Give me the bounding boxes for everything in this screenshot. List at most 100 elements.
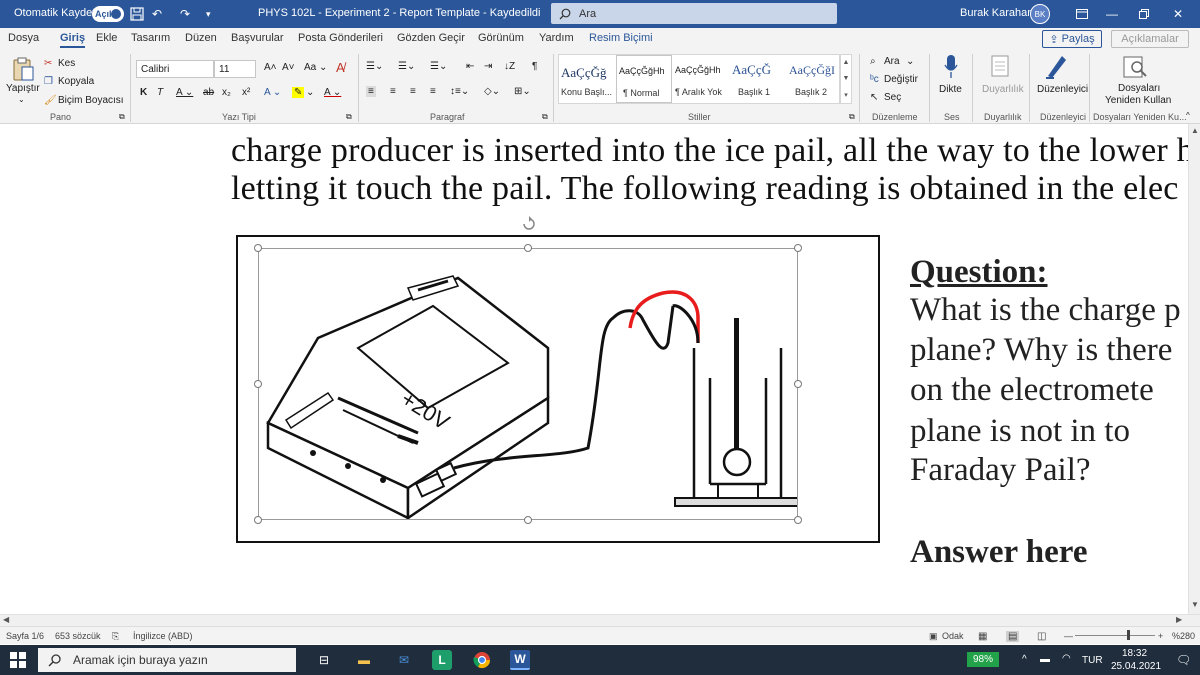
subscript-icon[interactable]: x₂ [222,87,231,98]
comments-button[interactable]: Açıklamalar [1111,30,1189,48]
customize-qat-icon[interactable]: ▾ [206,5,211,23]
cut-button[interactable]: Kes [58,58,75,69]
highlight-icon[interactable]: ✎ [292,87,305,98]
tab-design[interactable]: Tasarım [131,32,170,44]
styles-scroll[interactable]: ▲ ▼ ▾ [840,54,852,104]
tab-home[interactable]: Giriş [60,32,86,48]
document-title[interactable]: PHYS 102L - Experiment 2 - Report Templa… [258,7,540,19]
change-case-icon[interactable]: Aa ⌄ [304,62,327,73]
styles-launcher-icon[interactable]: ⧉ [849,112,855,122]
font-name-select[interactable]: Calibri [136,60,214,78]
zoom-out-icon[interactable]: — [1064,631,1073,641]
question-line-2[interactable]: plane? Why is there [910,332,1172,369]
share-button[interactable]: ⇪ Paylaş [1042,30,1102,48]
style-heading2[interactable]: AaÇçĞğI Başlık 2 [787,55,841,103]
scroll-right-icon[interactable]: ▶ [1176,615,1182,624]
clipboard-launcher-icon[interactable]: ⧉ [119,112,125,122]
ribbon-display-icon[interactable] [1066,0,1098,28]
strikethrough-icon[interactable]: ab [203,87,214,98]
taskbar-search[interactable]: Aramak için buraya yazın [38,648,296,672]
title-search-box[interactable]: Ara [551,3,837,24]
question-line-1[interactable]: What is the charge p [910,292,1181,329]
editor-icon[interactable] [1044,54,1068,80]
style-no-spacing[interactable]: AaÇçĞğHh ¶ Aralık Yok [673,55,729,103]
tab-insert[interactable]: Ekle [96,32,117,44]
avatar[interactable]: BK [1030,4,1050,24]
more-icon[interactable]: ▾ [844,91,848,99]
print-layout-icon[interactable]: ▤ [1006,631,1020,642]
rotate-handle-icon[interactable] [521,216,537,232]
chevron-down-icon[interactable]: ▼ [843,75,850,82]
page-indicator[interactable]: Sayfa 1/6 [6,631,44,641]
borders-icon[interactable]: ⊞⌄ [514,86,531,97]
select-button[interactable]: Seç [884,92,901,103]
restore-icon[interactable] [1128,0,1160,28]
resize-handle-se[interactable] [794,516,802,524]
minimize-icon[interactable]: — [1096,0,1128,28]
input-language[interactable]: TUR [1082,655,1103,666]
format-painter-button[interactable]: Biçim Boyacısı [58,95,124,106]
replace-button[interactable]: Değiştir [884,74,918,85]
text-effects-icon[interactable]: A ⌄ [264,87,281,98]
chrome-icon[interactable] [472,650,492,670]
align-center-icon[interactable]: ≡ [390,86,396,97]
battery-indicator[interactable]: 98% [967,652,999,667]
zoom-thumb[interactable] [1127,630,1130,640]
resize-handle-ne[interactable] [794,244,802,252]
copy-button[interactable]: Kopyala [58,76,94,87]
tab-view[interactable]: Görünüm [478,32,524,44]
battery-icon[interactable]: ▬ [1040,654,1050,665]
multilevel-list-icon[interactable]: ☰⌄ [430,61,447,72]
zoom-slider[interactable] [1075,635,1155,636]
app-l-icon[interactable]: L [432,650,452,670]
numbering-icon[interactable]: ☰⌄ [398,61,415,72]
paragraph-launcher-icon[interactable]: ⧉ [542,112,548,122]
task-view-icon[interactable]: ⊟ [314,650,334,670]
web-layout-icon[interactable]: ◫ [1037,631,1046,642]
word-count[interactable]: 653 sözcük [55,631,101,641]
chevron-up-icon[interactable]: ▲ [843,59,850,66]
line-spacing-icon[interactable]: ↕≡⌄ [450,86,469,97]
paste-dropdown-icon[interactable]: ⌄ [18,95,25,104]
undo-icon[interactable]: ↶ [152,5,162,23]
answer-heading[interactable]: Answer here [910,534,1088,571]
body-text-line-2[interactable]: letting it touch the pail. The following… [231,170,1179,208]
document-canvas[interactable]: charge producer is inserted into the ice… [0,124,1188,614]
increase-indent-icon[interactable]: ⇥ [484,61,492,72]
vertical-scrollbar[interactable]: ▲ ▼ [1188,124,1200,614]
style-normal[interactable]: AaÇçĞğHh ¶ Normal [616,55,672,103]
zoom-in-icon[interactable]: + [1158,631,1163,641]
clear-formatting-icon[interactable]: A̸ [336,60,345,75]
language-indicator[interactable]: İngilizce (ABD) [133,631,193,641]
styles-gallery[interactable]: AaÇçĞğ Konu Başlı... AaÇçĞğHh ¶ Normal A… [558,54,840,104]
windows-start-icon[interactable] [8,650,28,670]
tab-file[interactable]: Dosya [8,32,39,44]
shading-icon[interactable]: ◇⌄ [484,86,500,97]
resize-handle-w[interactable] [254,380,262,388]
resize-handle-e[interactable] [794,380,802,388]
highlight-dropdown-icon[interactable]: ⌄ [306,87,314,98]
style-heading1[interactable]: AaÇçĞ Başlık 1 [730,55,786,103]
find-button[interactable]: Ara [884,56,900,67]
clock-date[interactable]: 25.04.2021 [1111,661,1161,672]
resize-handle-n[interactable] [524,244,532,252]
reuse-files-label-1[interactable]: Dosyaları [1118,83,1160,94]
tab-picture-format[interactable]: Resim Biçimi [589,32,653,44]
tray-chevron-icon[interactable]: ^ [1022,654,1027,665]
scroll-left-icon[interactable]: ◀ [3,615,9,624]
sensitivity-button[interactable]: Duyarlılık [982,84,1024,95]
body-text-line-1[interactable]: charge producer is inserted into the ice… [231,132,1188,170]
mail-icon[interactable]: ✉ [394,650,414,670]
bullets-icon[interactable]: ☰⌄ [366,61,383,72]
zoom-level[interactable]: %280 [1172,631,1195,641]
tab-layout[interactable]: Düzen [185,32,217,44]
font-launcher-icon[interactable]: ⧉ [346,112,352,122]
reuse-files-icon[interactable] [1122,54,1148,80]
scroll-down-icon[interactable]: ▼ [1191,600,1199,609]
find-dropdown-icon[interactable]: ⌄ [906,56,914,67]
shrink-font-icon[interactable]: A˅ [282,62,295,73]
scroll-up-icon[interactable]: ▲ [1191,126,1199,135]
user-name[interactable]: Burak Karahan [960,7,1033,19]
align-right-icon[interactable]: ≡ [410,86,416,97]
question-line-5[interactable]: Faraday Pail? [910,452,1091,489]
